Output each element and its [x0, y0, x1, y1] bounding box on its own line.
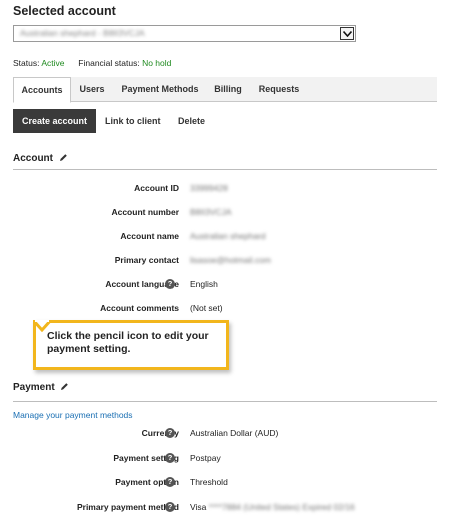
account-comments-label: Account comments [100, 303, 179, 313]
account-id-label: Account ID [134, 183, 179, 193]
account-comments-row: Account comments (Not set) [0, 303, 450, 317]
tab-requests[interactable]: Requests [254, 77, 304, 102]
payment-section-title: Payment [13, 382, 69, 394]
pencil-icon[interactable] [60, 382, 69, 394]
account-select-value: Australian shephard - B8II3VCJA [20, 28, 145, 38]
payment-option-value: Threshold [190, 477, 228, 487]
tab-accounts[interactable]: Accounts [13, 77, 71, 103]
account-language-value: English [190, 279, 218, 289]
help-icon[interactable]: ? [165, 477, 175, 487]
payment-method-brand: Visa [190, 502, 207, 512]
tab-bar: Accounts Users Payment Methods Billing R… [13, 77, 437, 103]
account-select[interactable]: Australian shephard - B8II3VCJA [13, 25, 356, 42]
account-name-label: Account name [120, 231, 179, 241]
account-section-title: Account [13, 153, 68, 165]
primary-contact-label: Primary contact [114, 255, 179, 265]
callout-pointer [33, 320, 51, 332]
payment-option-row: Payment option ? Threshold [0, 477, 450, 491]
account-name-value: Australian shephard [190, 231, 266, 241]
account-language-row: Account language ? English [0, 279, 450, 293]
help-icon[interactable]: ? [165, 279, 175, 289]
pencil-icon[interactable] [59, 153, 68, 165]
page-title: Selected account [13, 4, 116, 18]
help-icon[interactable]: ? [165, 428, 175, 438]
payment-setting-row: Payment setting ? Postpay [0, 453, 450, 467]
financial-status-label: Financial status: [78, 58, 140, 68]
account-number-row: Account number B8II3VCJA [0, 207, 450, 221]
callout-text: Click the pencil icon to edit your payme… [47, 330, 209, 355]
primary-payment-method-row: Primary payment method ? Visa ****7884 (… [0, 502, 450, 516]
currency-row: Currency ? Australian Dollar (AUD) [0, 428, 450, 442]
link-to-client-button[interactable]: Link to client [105, 109, 161, 133]
primary-contact-value: lisasoe@hotmail.com [190, 255, 271, 265]
account-divider [13, 169, 437, 170]
primary-payment-method-label: Primary payment method [76, 502, 179, 512]
account-section-label: Account [13, 153, 53, 164]
chevron-down-icon[interactable] [340, 27, 354, 40]
account-id-value: 33999428 [190, 183, 228, 193]
payment-method-details: ****7884 (United States) Expired 02/16 [208, 502, 355, 512]
payment-setting-value: Postpay [190, 453, 221, 463]
primary-contact-row: Primary contact lisasoe@hotmail.com [0, 255, 450, 269]
status-label: Status: [13, 58, 40, 68]
help-icon[interactable]: ? [165, 453, 175, 463]
tab-users[interactable]: Users [74, 77, 110, 102]
tooltip-callout: Click the pencil icon to edit your payme… [33, 320, 229, 370]
tab-billing[interactable]: Billing [211, 77, 245, 102]
help-icon[interactable]: ? [165, 502, 175, 512]
financial-status-value: No hold [142, 58, 172, 68]
status-line: Status: Active Financial status: No hold [13, 58, 171, 68]
primary-payment-method-value: Visa ****7884 (United States) Expired 02… [190, 502, 355, 512]
currency-value: Australian Dollar (AUD) [190, 428, 279, 438]
create-account-button[interactable]: Create account [13, 109, 97, 133]
account-comments-value: (Not set) [190, 303, 223, 313]
payment-divider [13, 401, 437, 402]
tab-payment-methods[interactable]: Payment Methods [116, 77, 204, 102]
manage-payment-methods-link[interactable]: Manage your payment methods [13, 410, 133, 420]
account-number-value: B8II3VCJA [190, 207, 232, 217]
account-id-row: Account ID 33999428 [0, 183, 450, 197]
account-number-label: Account number [111, 207, 179, 217]
payment-section-label: Payment [13, 382, 55, 393]
delete-button[interactable]: Delete [178, 109, 205, 133]
status-value: Active [41, 58, 65, 68]
account-name-row: Account name Australian shephard [0, 231, 450, 245]
